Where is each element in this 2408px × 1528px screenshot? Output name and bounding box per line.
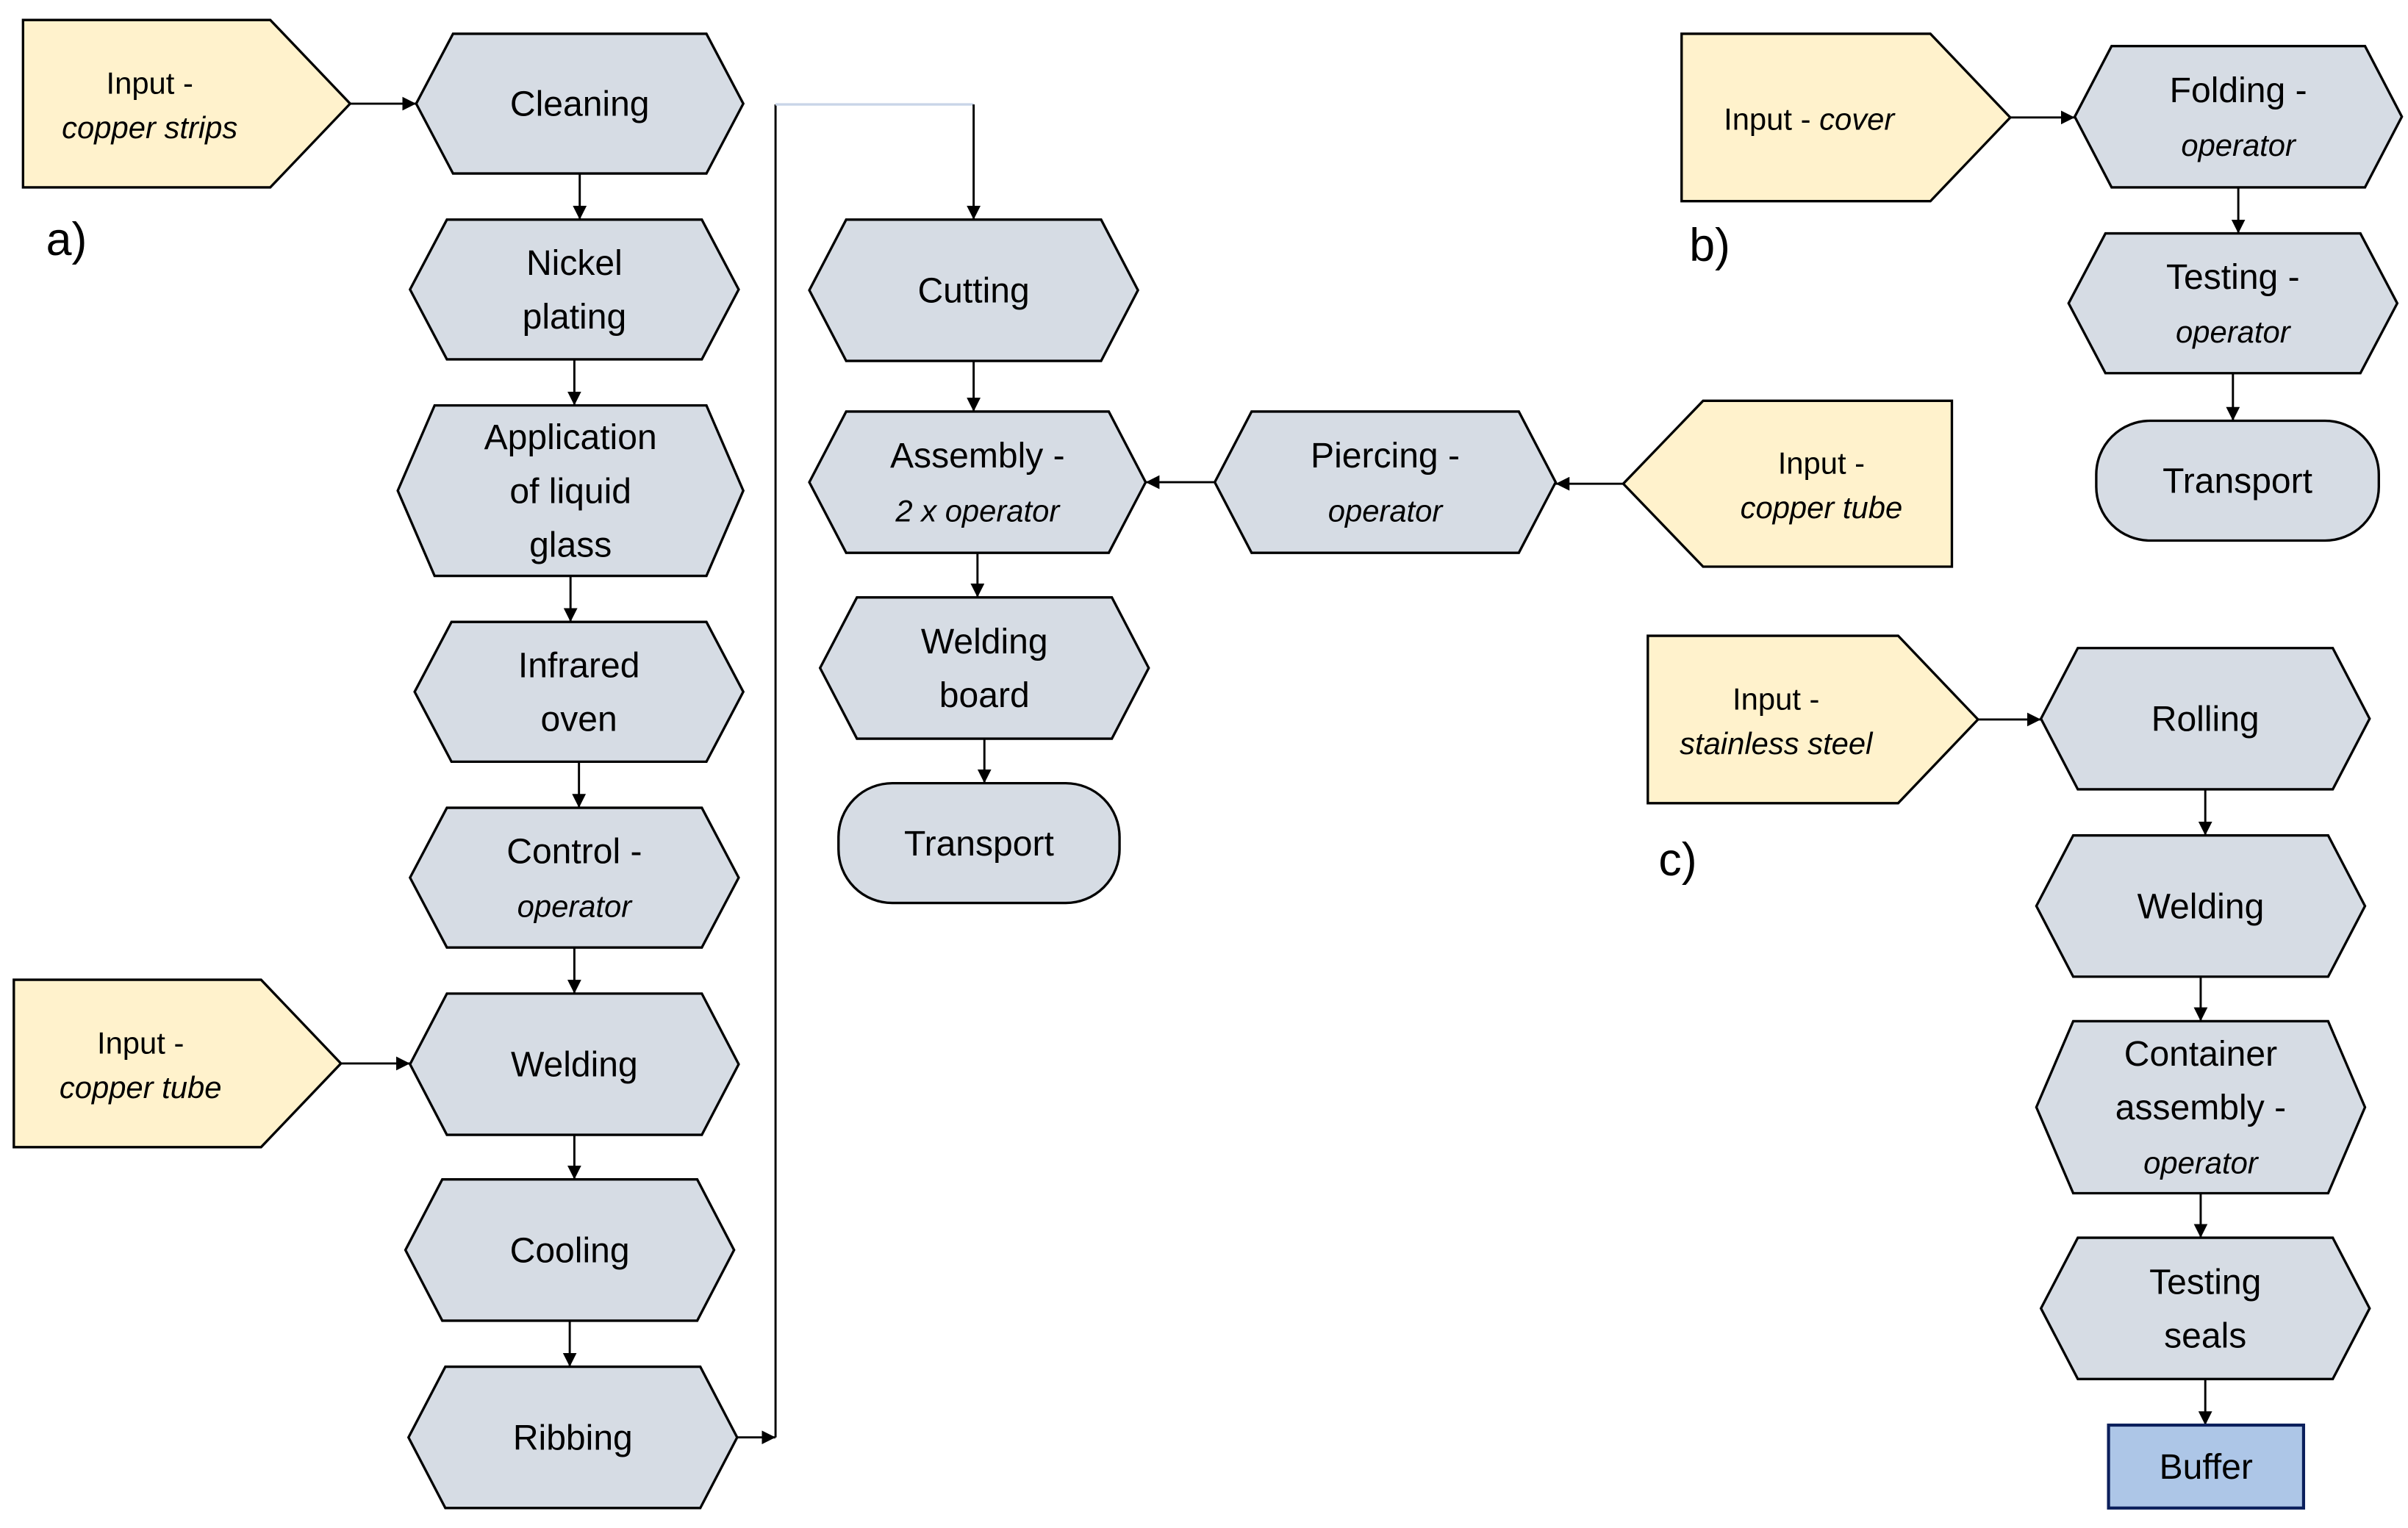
node-a-welding: Welding (408, 992, 740, 1136)
process-hexagon (1213, 410, 1558, 554)
node-label: Input - (1778, 446, 1865, 481)
node-b-input-cover: Input - cover (1680, 32, 2013, 203)
node-c-container: Container assembly - operator (2035, 1019, 2367, 1195)
node-b-folding: Folding - operator (2073, 45, 2404, 189)
node-label: Transport (904, 825, 1054, 864)
node-label: Transport (2162, 462, 2312, 501)
node-a-nickel: Nickel plating (408, 218, 740, 361)
node-label: Testing (2149, 1263, 2261, 1302)
node-b-transport: Transport (2095, 419, 2380, 542)
node-a-assembly: Assembly - 2 x operator (808, 410, 1147, 554)
node-sublabel: 2 x operator (895, 493, 1061, 528)
node-label: Welding (921, 623, 1048, 661)
node-sublabel: operator (1328, 493, 1444, 528)
node-sublabel: copper tube (1741, 490, 1903, 525)
node-sublabel: copper strips (62, 110, 237, 145)
input-pentagon (1646, 634, 1980, 805)
node-label: Cutting (917, 272, 1029, 311)
node-label: plating (523, 298, 627, 337)
process-hexagon (2067, 232, 2399, 375)
node-c-input-steel: Input - stainless steel (1646, 634, 1980, 805)
node-label: Infrared (518, 646, 640, 685)
process-flow-diagram: a) b) c) Input - copper strips Cleaning Nic… (12, 18, 2404, 1510)
node-a-cleaning: Cleaning (415, 32, 745, 175)
node-sublabel: operator (2181, 128, 2297, 162)
panel-label-b: b) (1689, 220, 1730, 271)
node-c-welding: Welding (2035, 833, 2367, 978)
node-sublabel: operator (517, 889, 634, 923)
process-hexagon (818, 596, 1150, 740)
node-a-input-strips: Input - copper strips (21, 18, 352, 189)
node-label: Cooling (510, 1232, 630, 1271)
node-label: Rolling (2151, 700, 2260, 739)
node-label: Piercing - (1311, 437, 1460, 476)
node-label: Input - cover (1724, 102, 1896, 137)
node-a-infrared: Infrared oven (413, 620, 745, 764)
node-label: Input - (107, 65, 193, 100)
node-label: Nickel (526, 244, 623, 283)
node-sublabel: copper tube (60, 1070, 222, 1105)
node-sublabel: stainless steel (1680, 726, 1874, 761)
node-label: board (939, 676, 1030, 715)
node-label: Ribbing (513, 1418, 633, 1457)
node-a-welding-board: Welding board (818, 596, 1150, 740)
input-pentagon (1622, 399, 1954, 568)
node-label: Testing - (2166, 258, 2300, 297)
process-hexagon (2073, 45, 2404, 189)
node-c-rolling: Rolling (2039, 647, 2371, 791)
node-a-liquid-glass: Application of liquid glass (396, 403, 745, 578)
node-a-transport: Transport (837, 781, 1121, 905)
process-hexagon (413, 620, 745, 764)
panel-label-c: c) (1658, 834, 1696, 886)
node-sublabel: operator (2143, 1145, 2260, 1180)
panel-label-a: a) (46, 214, 87, 265)
node-label: Control - (506, 832, 642, 871)
node-label: Application (484, 418, 657, 457)
process-hexagon (408, 218, 740, 361)
node-label: Assembly - (890, 437, 1065, 476)
input-pentagon (21, 18, 352, 189)
node-sublabel: operator (2176, 315, 2292, 349)
nodes: Input - copper strips Cleaning Nickel platin… (12, 18, 2404, 1510)
input-pentagon (12, 978, 343, 1149)
node-label: Input - (97, 1025, 184, 1060)
node-b-testing: Testing - operator (2067, 232, 2399, 375)
node-a-cooling: Cooling (404, 1178, 736, 1322)
node-a-cutting: Cutting (808, 218, 1140, 362)
process-hexagon (2039, 1236, 2371, 1380)
node-a-input-tube2: Input - copper tube (1622, 399, 1954, 568)
node-a-piercing: Piercing - operator (1213, 410, 1558, 554)
node-a-input-tube: Input - copper tube (12, 978, 343, 1149)
node-label: of liquid (509, 472, 631, 511)
node-label: assembly - (2115, 1088, 2286, 1127)
node-c-testing-seals: Testing seals (2039, 1236, 2371, 1380)
node-label: seals (2164, 1316, 2246, 1355)
node-label: Buffer (2160, 1448, 2253, 1487)
node-a-ribbing: Ribbing (406, 1365, 739, 1510)
node-label: Container (2124, 1035, 2277, 1074)
node-label: glass (529, 526, 612, 564)
node-label: Cleaning (510, 85, 650, 124)
node-c-buffer: Buffer (2107, 1423, 2306, 1510)
process-hexagon (808, 410, 1147, 554)
node-label: Input - (1732, 681, 1819, 716)
node-label: Welding (511, 1046, 638, 1085)
node-label: Folding - (2170, 71, 2307, 110)
node-label: oven (541, 700, 617, 739)
node-label: Welding (2138, 887, 2265, 926)
process-hexagon (408, 806, 740, 949)
node-a-control: Control - operator (408, 806, 740, 949)
